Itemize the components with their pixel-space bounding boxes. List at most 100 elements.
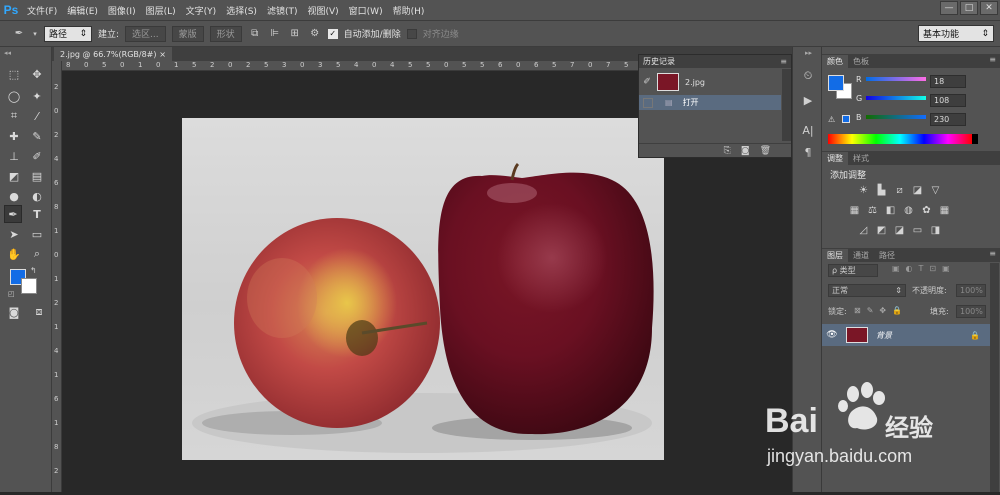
history-panel-icon[interactable]: ⏲ <box>799 67 817 85</box>
pen-icon[interactable]: ✒ <box>4 205 22 223</box>
color-lookup-icon[interactable]: ▦ <box>938 205 951 216</box>
collapse-icon[interactable]: ◂◂ <box>4 49 11 57</box>
workspace-select[interactable]: 基本功能 ⇕ <box>918 25 994 42</box>
close-button[interactable]: ✕ <box>980 1 998 15</box>
magic-wand-icon[interactable]: ✦ <box>28 87 46 105</box>
posterize-icon[interactable]: ◩ <box>875 225 888 236</box>
lock-icons[interactable]: ⊠✎✥🔒 <box>854 306 908 315</box>
trash-icon[interactable]: 🗑 <box>760 146 771 156</box>
menu-item[interactable]: 文件(F) <box>22 4 62 17</box>
document-canvas[interactable] <box>182 118 664 460</box>
web-safe-swatch[interactable] <box>842 115 850 123</box>
new-document-from-state-icon[interactable]: ⎘ <box>724 146 731 156</box>
tab-color[interactable]: 颜色 <box>822 55 848 68</box>
gamut-warning-icon[interactable]: ⚠ <box>828 115 835 124</box>
b-slider[interactable] <box>866 115 926 119</box>
panel-menu-icon[interactable]: ≡ <box>780 57 787 66</box>
history-brush-icon[interactable]: ✐ <box>28 147 46 165</box>
scrollbar[interactable] <box>782 69 791 141</box>
g-slider[interactable] <box>866 96 926 100</box>
layer-filter-select[interactable]: ρ 类型 <box>828 264 878 277</box>
menu-item[interactable]: 选择(S) <box>221 4 262 17</box>
gear-icon[interactable]: ⚙ <box>308 27 322 41</box>
tool-mode-select[interactable]: 路径 ⇕ <box>44 25 92 42</box>
shape-button[interactable]: 形状 <box>209 25 242 42</box>
menu-item[interactable]: 图像(I) <box>103 4 141 17</box>
color-balance-icon[interactable]: ⚖ <box>866 205 879 216</box>
fill-input[interactable]: 100% <box>956 305 986 318</box>
chevron-down-icon[interactable]: ▾ <box>32 27 38 41</box>
b-input[interactable]: 230 <box>930 113 966 126</box>
expand-icon[interactable]: ▸▸ <box>805 49 812 57</box>
marquee-icon[interactable]: ⬚ <box>5 65 23 83</box>
menu-item[interactable]: 图层(L) <box>141 4 181 17</box>
tab-channels[interactable]: 通道 <box>848 249 874 262</box>
clone-stamp-icon[interactable]: ⊥ <box>5 147 23 165</box>
menu-item[interactable]: 文字(Y) <box>181 4 222 17</box>
auto-add-checkbox[interactable]: ✓ <box>327 28 338 39</box>
menu-item[interactable]: 帮助(H) <box>388 4 430 17</box>
selective-color-icon[interactable]: ◨ <box>929 225 942 236</box>
panel-menu-icon[interactable]: ≡ <box>989 55 996 64</box>
zoom-icon[interactable]: ⌕ <box>28 245 46 263</box>
threshold-icon[interactable]: ◪ <box>893 225 906 236</box>
black-swatch[interactable] <box>972 134 978 144</box>
tab-styles[interactable]: 样式 <box>848 152 874 165</box>
tab-swatches[interactable]: 色板 <box>848 55 874 68</box>
path-alignment-icon[interactable]: ⊫ <box>268 27 282 41</box>
history-snapshot[interactable]: ✐ 2.jpg <box>639 69 781 95</box>
black-white-icon[interactable]: ◧ <box>884 205 897 216</box>
document-tab[interactable]: 2.jpg @ 66.7%(RGB/8#) × <box>54 47 172 61</box>
lasso-icon[interactable]: ◯ <box>5 87 23 105</box>
dodge-icon[interactable]: ◐ <box>28 187 46 205</box>
layer-filter-icons[interactable]: ▣◐T⊡▣ <box>892 264 956 273</box>
opacity-input[interactable]: 100% <box>956 284 986 297</box>
gradient-map-icon[interactable]: ▭ <box>911 225 924 236</box>
tab-layers[interactable]: 图层 <box>822 249 848 262</box>
tab-paths[interactable]: 路径 <box>874 249 900 262</box>
background-color-swatch[interactable] <box>21 278 37 294</box>
channel-mixer-icon[interactable]: ✿ <box>920 205 933 216</box>
vibrance-icon[interactable]: ▽ <box>929 185 942 196</box>
camera-icon[interactable]: ◙ <box>741 146 750 156</box>
history-step[interactable]: ▤ 打开 <box>639 95 781 110</box>
blur-icon[interactable]: ● <box>5 187 23 205</box>
eye-icon[interactable]: 👁 <box>822 330 842 340</box>
move-icon[interactable]: ✥ <box>28 65 46 83</box>
layer-row[interactable]: 👁 背景 🔒 <box>822 324 990 346</box>
paragraph-panel-icon[interactable]: ¶ <box>799 143 817 161</box>
selection-button[interactable]: 选区... <box>125 25 166 42</box>
levels-icon[interactable]: ▙ <box>875 185 888 196</box>
menu-item[interactable]: 窗口(W) <box>344 4 388 17</box>
eyedropper-icon[interactable]: ⁄ <box>28 107 46 125</box>
type-icon[interactable]: T <box>28 205 46 223</box>
color-fg-swatch[interactable] <box>828 75 844 91</box>
default-colors-icon[interactable]: ◰ <box>8 290 15 298</box>
screen-mode-icon[interactable]: ⧈ <box>30 303 48 321</box>
crop-icon[interactable]: ⌗ <box>5 107 23 125</box>
maximize-button[interactable]: □ <box>960 1 978 15</box>
gradient-icon[interactable]: ▤ <box>28 167 46 185</box>
exposure-icon[interactable]: ◪ <box>911 185 924 196</box>
eraser-icon[interactable]: ◩ <box>5 167 23 185</box>
hue-saturation-icon[interactable]: ▦ <box>848 205 861 216</box>
path-selection-icon[interactable]: ➤ <box>5 225 23 243</box>
brightness-icon[interactable]: ☀ <box>857 185 870 196</box>
rectangle-icon[interactable]: ▭ <box>28 225 46 243</box>
swap-colors-icon[interactable]: ↰ <box>30 266 37 275</box>
hand-icon[interactable]: ✋ <box>5 245 23 263</box>
color-spectrum[interactable] <box>828 134 972 144</box>
invert-icon[interactable]: ◿ <box>857 225 870 236</box>
blend-mode-select[interactable]: 正常 ⇕ <box>828 284 906 297</box>
g-input[interactable]: 108 <box>930 94 966 107</box>
r-input[interactable]: 18 <box>930 75 966 88</box>
align-edges-checkbox[interactable] <box>406 28 417 39</box>
curves-icon[interactable]: ⧄ <box>893 185 906 196</box>
mask-button[interactable]: 蒙版 <box>171 25 204 42</box>
r-slider[interactable] <box>866 77 926 81</box>
menu-item[interactable]: 滤镜(T) <box>262 4 303 17</box>
character-panel-icon[interactable]: A| <box>799 121 817 139</box>
quick-mask-icon[interactable]: ◙ <box>5 303 23 321</box>
tab-adjustments[interactable]: 调整 <box>822 152 848 165</box>
photo-filter-icon[interactable]: ◍ <box>902 205 915 216</box>
